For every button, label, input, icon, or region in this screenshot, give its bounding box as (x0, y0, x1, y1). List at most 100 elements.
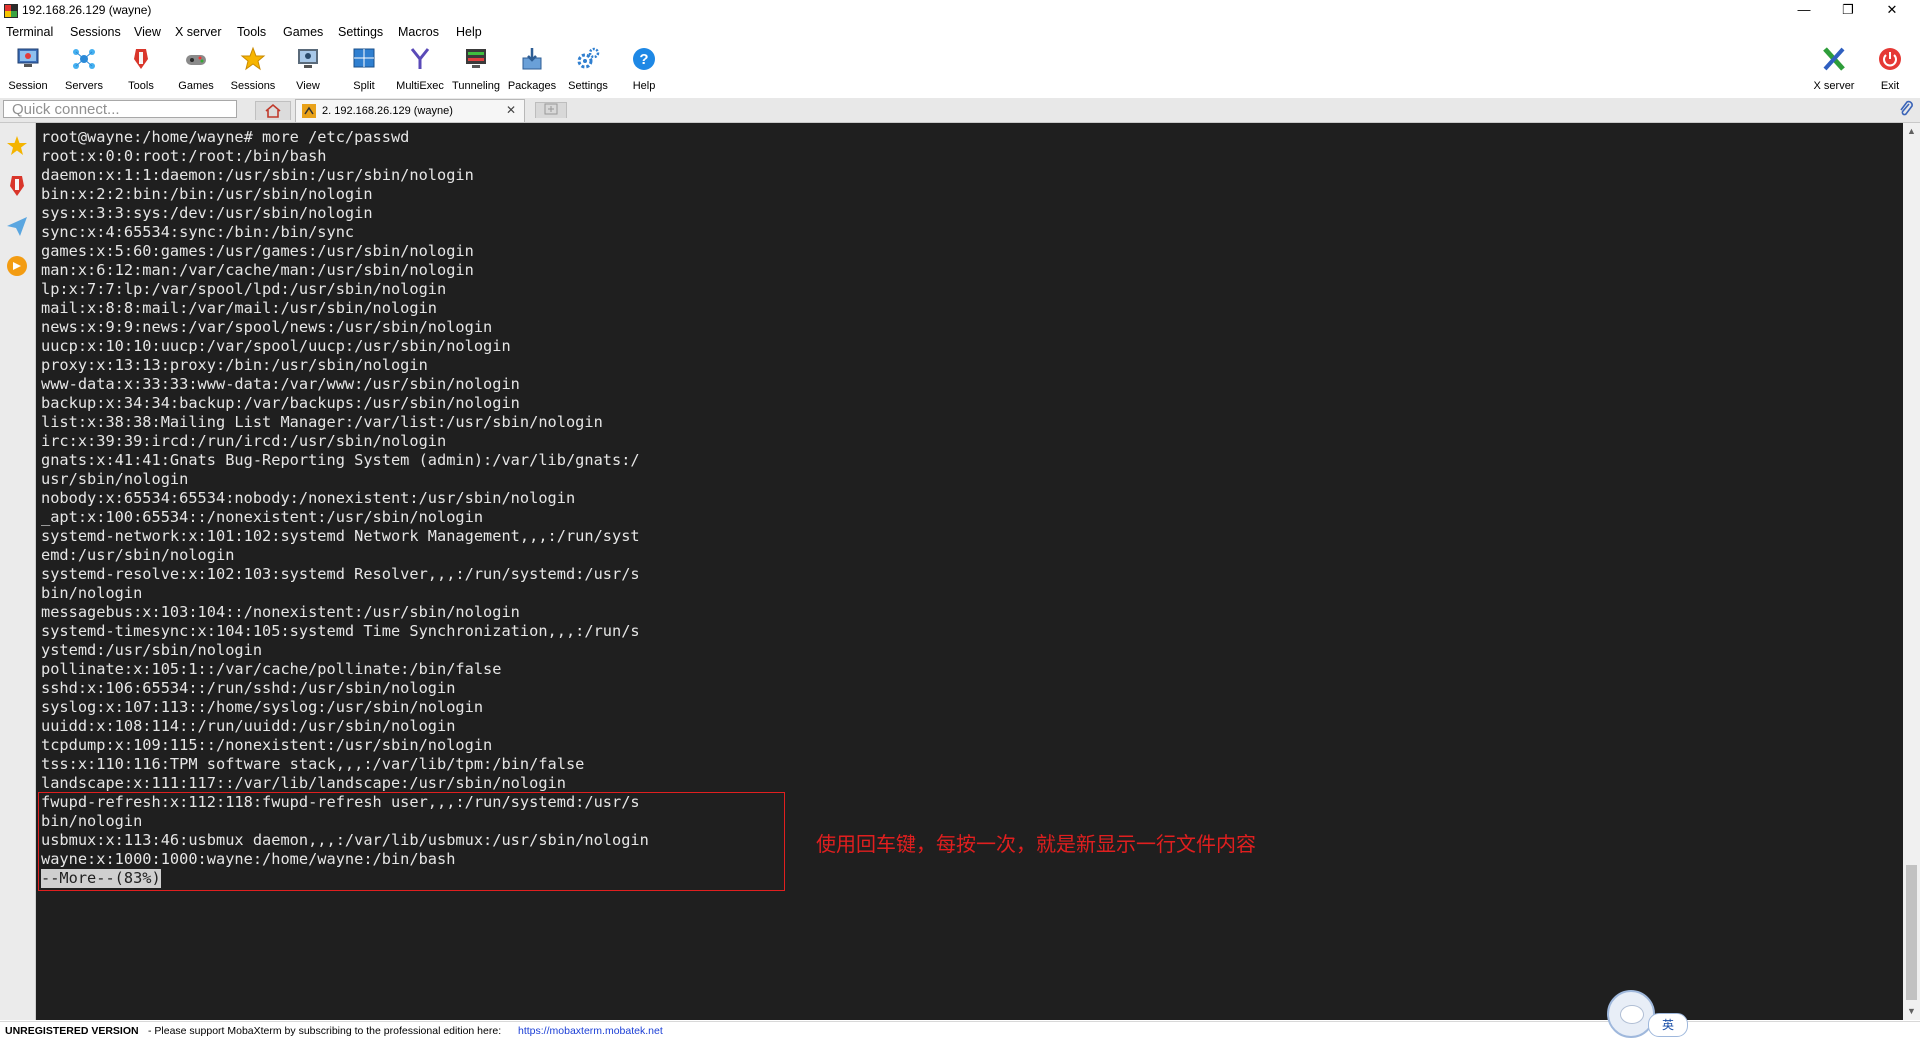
close-tab-icon[interactable]: ✕ (506, 103, 516, 117)
menu-settings[interactable]: Settings (338, 25, 383, 39)
menu-games[interactable]: Games (283, 25, 323, 39)
games-label: Games (178, 80, 214, 92)
annotation-text: 使用回车键，每按一次，就是新显示一行文件内容 (816, 832, 1256, 856)
terminal-line: sync:x:4:65534:sync:/bin:/bin/sync (41, 223, 355, 241)
servers-label: Servers (65, 80, 103, 92)
terminal-pane[interactable]: root@wayne:/home/wayne# more /etc/passwd… (36, 123, 1903, 1020)
settings-button[interactable]: Settings (560, 46, 616, 92)
terminal-line: tcpdump:x:109:115::/nonexistent:/usr/sbi… (41, 736, 493, 754)
home-icon (265, 103, 281, 118)
settings-label: Settings (568, 80, 608, 92)
toolbar: Session Servers Tools Games Sessions Vie… (0, 42, 1920, 92)
scrollbar-thumb[interactable] (1906, 865, 1917, 1000)
menu-sessions[interactable]: Sessions (70, 25, 121, 39)
terminal-line: www-data:x:33:33:www-data:/var/www:/usr/… (41, 375, 520, 393)
attach-icon[interactable] (1898, 100, 1914, 123)
menu-help[interactable]: Help (456, 25, 482, 39)
menu-terminal[interactable]: Terminal (6, 25, 53, 39)
favorites-star-icon[interactable] (4, 133, 30, 159)
mobaxterm-app-icon (4, 4, 18, 18)
split-label: Split (353, 80, 375, 92)
multiexec-button[interactable]: MultiExec (392, 46, 448, 92)
x-server-label: X server (1813, 80, 1855, 92)
menu-tools[interactable]: Tools (237, 25, 266, 39)
packages-button[interactable]: Packages (504, 46, 560, 92)
title-bar: 192.168.26.129 (wayne) — ❐ ✕ (0, 0, 1920, 22)
tools-icon (134, 49, 148, 69)
help-button[interactable]: ? Help (616, 46, 672, 92)
sessions-label: Sessions (230, 80, 276, 92)
menu-bar: Terminal Sessions View X server Tools Ga… (0, 22, 1920, 42)
terminal-line: gnats:x:41:41:Gnats Bug-Reporting System… (41, 451, 640, 469)
new-tab-button[interactable] (535, 102, 567, 118)
exit-button[interactable]: Exit (1862, 46, 1918, 92)
ime-language-indicator[interactable]: 英 (1648, 1013, 1688, 1037)
maximize-button[interactable]: ❐ (1826, 0, 1870, 22)
tab-bar: Quick connect... 2. 192.168.26.129 (wayn… (0, 98, 1920, 123)
menu-x-server[interactable]: X server (175, 25, 222, 39)
terminal-line: news:x:9:9:news:/var/spool/news:/usr/sbi… (41, 318, 493, 336)
terminal-line: syslog:x:107:113::/home/syslog:/usr/sbin… (41, 698, 484, 716)
menu-macros[interactable]: Macros (398, 25, 439, 39)
home-tab[interactable] (255, 101, 291, 120)
packages-label: Packages (507, 80, 557, 92)
ime-assistant-icon[interactable] (1607, 990, 1655, 1038)
terminal-line: games:x:5:60:games:/usr/games:/usr/sbin/… (41, 242, 474, 260)
terminal-scrollbar[interactable]: ▲ ▼ (1903, 123, 1920, 1020)
minimize-button[interactable]: — (1782, 0, 1826, 22)
session-button[interactable]: Session (0, 46, 56, 92)
terminal-line: list:x:38:38:Mailing List Manager:/var/l… (41, 413, 603, 431)
close-window-button[interactable]: ✕ (1870, 0, 1914, 22)
terminal-line: systemd-timesync:x:104:105:systemd Time … (41, 622, 640, 640)
terminal-line: bin/nologin (41, 584, 143, 602)
left-sidebar (0, 123, 36, 1020)
terminal-line: tss:x:110:116:TPM software stack,,,:/var… (41, 755, 585, 773)
terminal-line: _apt:x:100:65534::/nonexistent:/usr/sbin… (41, 508, 484, 526)
view-label: View (296, 80, 320, 92)
tab-session-2[interactable]: 2. 192.168.26.129 (wayne) ✕ (295, 99, 525, 122)
split-icon (353, 48, 375, 68)
sessions-button[interactable]: Sessions (225, 46, 281, 92)
terminal-line: pollinate:x:105:1::/var/cache/pollinate:… (41, 660, 502, 678)
tunneling-icon (466, 49, 486, 68)
sftp-send-icon[interactable] (4, 213, 30, 239)
terminal-line: uuidd:x:108:114::/run/uuidd:/usr/sbin/no… (41, 717, 456, 735)
scroll-up-arrow-icon[interactable]: ▲ (1903, 123, 1920, 140)
help-label: Help (632, 80, 656, 92)
terminal-line: systemd-network:x:101:102:systemd Networ… (41, 527, 640, 545)
terminal-line: sys:x:3:3:sys:/dev:/usr/sbin/nologin (41, 204, 373, 222)
tunneling-label: Tunneling (452, 80, 500, 92)
terminal-line: man:x:6:12:man:/var/cache/man:/usr/sbin/… (41, 261, 474, 279)
terminal-line: nobody:x:65534:65534:nobody:/nonexistent… (41, 489, 576, 507)
tools-button[interactable]: Tools (113, 46, 169, 92)
tunneling-button[interactable]: Tunneling (448, 46, 504, 92)
menu-view[interactable]: View (134, 25, 161, 39)
x-server-button[interactable]: X server (1806, 46, 1862, 92)
unregistered-label: UNREGISTERED VERSION (5, 1025, 139, 1037)
macros-icon[interactable] (4, 253, 30, 279)
servers-button[interactable]: Servers (56, 46, 112, 92)
session-label: Session (8, 80, 48, 92)
svg-text:?: ? (639, 51, 648, 68)
scroll-down-arrow-icon[interactable]: ▼ (1903, 1003, 1920, 1020)
view-button[interactable]: View (280, 46, 336, 92)
terminal-line: sshd:x:106:65534::/run/sshd:/usr/sbin/no… (41, 679, 456, 697)
tools-sidebar-icon[interactable] (4, 173, 30, 199)
games-icon (186, 55, 206, 65)
multiexec-label: MultiExec (396, 80, 444, 92)
mobaxterm-link[interactable]: https://mobaxterm.mobatek.net (518, 1022, 663, 1040)
split-button[interactable]: Split (336, 46, 392, 92)
terminal-line: mail:x:8:8:mail:/var/mail:/usr/sbin/nolo… (41, 299, 438, 317)
paperclip-icon (1900, 100, 1913, 116)
plus-icon (544, 103, 558, 115)
support-message: - Please support MobaXterm by subscribin… (148, 1025, 502, 1037)
terminal-output: root@wayne:/home/wayne# more /etc/passwd… (41, 128, 649, 888)
games-button[interactable]: Games (168, 46, 224, 92)
quick-connect-input[interactable]: Quick connect... (3, 100, 237, 118)
terminal-line: systemd-resolve:x:102:103:systemd Resolv… (41, 565, 640, 583)
terminal-line: emd:/usr/sbin/nologin (41, 546, 235, 564)
terminal-line: messagebus:x:103:104::/nonexistent:/usr/… (41, 603, 520, 621)
ssh-tab-icon (302, 104, 316, 118)
terminal-line: daemon:x:1:1:daemon:/usr/sbin:/usr/sbin/… (41, 166, 474, 184)
terminal-line: proxy:x:13:13:proxy:/bin:/usr/sbin/nolog… (41, 356, 428, 374)
